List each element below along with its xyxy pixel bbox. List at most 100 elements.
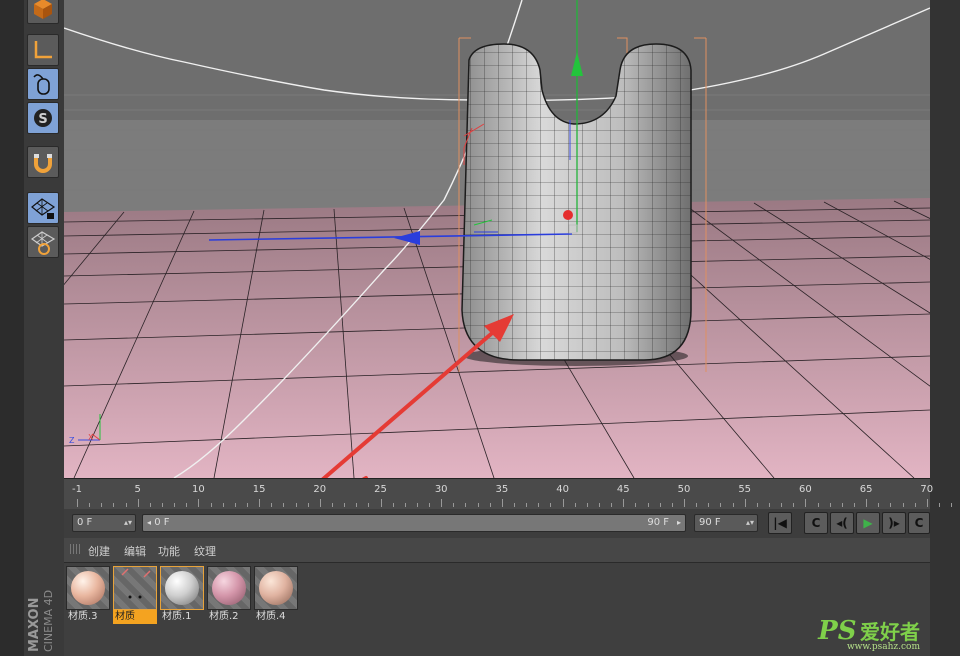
- go-to-start-button[interactable]: |◀: [768, 512, 792, 534]
- timeline-tick-label: 25: [374, 484, 387, 495]
- material-preview: [254, 566, 298, 610]
- timeline-tick: [137, 499, 139, 507]
- magnet-icon: [34, 154, 52, 173]
- current-frame-value: 0 F: [77, 517, 93, 528]
- lock-grid-icon: [31, 198, 56, 219]
- workplane-grid-button[interactable]: [27, 226, 59, 258]
- max-frame-field[interactable]: 90 F ▴▾: [694, 514, 758, 532]
- axis-tool-icon: [34, 41, 52, 59]
- stepper-icon[interactable]: ▴▾: [124, 515, 132, 531]
- range-right-arrow-icon[interactable]: ▸: [677, 515, 681, 531]
- material-sphere-icon: [212, 571, 246, 605]
- stepper-icon[interactable]: ▴▾: [746, 515, 754, 531]
- material-sphere-icon: [71, 571, 105, 605]
- timeline-tick: [817, 503, 819, 507]
- material-item[interactable]: 材质.3: [66, 566, 110, 624]
- timeline-tick: [101, 503, 103, 507]
- timeline-tick: [671, 503, 673, 507]
- timeline-tick: [744, 499, 746, 507]
- timeline-tick: [611, 503, 613, 507]
- svg-text:S: S: [38, 112, 47, 127]
- timeline-tick: [77, 499, 78, 507]
- timeline-tick: [283, 503, 285, 507]
- material-item[interactable]: 材质.4: [254, 566, 298, 624]
- timeline-tick-label: 10: [192, 484, 205, 495]
- timeline-tick: [465, 503, 467, 507]
- axis-tool-button[interactable]: [27, 34, 59, 66]
- timeline-tick-label: 15: [252, 484, 266, 495]
- timeline-tick: [586, 503, 588, 507]
- material-item-selected[interactable]: 材质: [113, 566, 157, 624]
- timeline-tick: [319, 499, 321, 507]
- mouse-tool-button[interactable]: [27, 68, 59, 100]
- material-empty-preview-icon: [121, 568, 151, 599]
- watermark: PS 爱好者 www.psahz.com: [818, 616, 920, 652]
- timeline-tick-label: 40: [556, 484, 569, 495]
- record-button[interactable]: C: [804, 512, 828, 534]
- material-name: 材质.3: [68, 611, 98, 622]
- menu-edit[interactable]: 编辑: [124, 543, 146, 559]
- material-name: 材质.1: [162, 611, 192, 622]
- timeline-tick: [550, 503, 552, 507]
- lock-grid-button[interactable]: [27, 192, 59, 224]
- timeline-tick-label: 45: [616, 484, 630, 495]
- timeline-tick: [404, 503, 406, 507]
- timeline-tick: [781, 503, 783, 507]
- timeline-tick: [392, 503, 394, 507]
- menu-function[interactable]: 功能: [158, 543, 180, 559]
- play-button[interactable]: ▶: [856, 512, 880, 534]
- menu-create[interactable]: 创建: [88, 543, 110, 559]
- timeline-tick: [246, 503, 248, 507]
- timeline-tick-label: 70: [920, 484, 934, 495]
- timeline-tick-label: 5: [134, 484, 141, 495]
- range-left-arrow-icon[interactable]: ◂: [147, 518, 151, 527]
- snap-s-icon: S: [34, 109, 52, 127]
- timeline-tick: [259, 499, 261, 507]
- right-panel-edge: [930, 0, 960, 656]
- timeline-tick: [441, 499, 443, 507]
- svg-text:X: X: [88, 433, 94, 442]
- timeline-tick: [562, 499, 564, 507]
- timeline-tick: [234, 503, 236, 507]
- material-item[interactable]: 材质.1: [160, 566, 204, 624]
- timeline-tick: [635, 503, 637, 507]
- timeline-tick: [684, 499, 685, 507]
- timeline-tick: [841, 503, 843, 507]
- transport-bar: 0 F ▴▾ ◂ 0 F 90 F ▸ 90 F ▴▾ |◀ C ◂( ▶ )▸…: [64, 509, 930, 538]
- timeline-tick: [356, 503, 358, 507]
- panel-grip-icon[interactable]: [70, 544, 82, 554]
- timeline-tick-label: 50: [677, 484, 691, 495]
- timeline-tick: [951, 503, 953, 507]
- snap-s-button[interactable]: S: [27, 102, 59, 134]
- timeline-tick: [599, 503, 601, 507]
- timeline-tick-label: 20: [313, 484, 327, 495]
- next-key-icon: )▸: [888, 516, 900, 530]
- menu-texture[interactable]: 纹理: [194, 543, 216, 559]
- cube-object-button[interactable]: [27, 0, 59, 24]
- previous-key-icon: ◂(: [836, 516, 848, 530]
- current-frame-field[interactable]: 0 F ▴▾: [72, 514, 136, 532]
- timeline-tick: [125, 503, 127, 507]
- material-sphere-icon: [165, 571, 199, 605]
- timeline-tick: [938, 503, 940, 507]
- loop-button[interactable]: C: [908, 512, 930, 534]
- workplane-grid-icon: [30, 231, 56, 255]
- previous-key-button[interactable]: ◂(: [830, 512, 854, 534]
- frame-range-slider[interactable]: ◂ 0 F 90 F ▸: [142, 514, 686, 532]
- timeline-ruler[interactable]: -1 5 10 15 20 25 30 35 40 45 50 55 60 65 70: [64, 478, 953, 509]
- timeline-tick-label: 30: [434, 484, 448, 495]
- material-item[interactable]: 材质.2: [207, 566, 251, 624]
- timeline-tick: [805, 499, 807, 507]
- material-name: 材质: [113, 610, 157, 624]
- timeline-tick-label: 60: [799, 484, 812, 495]
- material-manager: 创建 编辑 功能 纹理 材质.3 材质 材质.1 材质.2 材质.4 PS 爱好…: [64, 538, 930, 656]
- timeline-tick: [174, 503, 176, 507]
- timeline-tick: [768, 503, 770, 507]
- next-key-button[interactable]: )▸: [882, 512, 906, 534]
- magnet-button[interactable]: [27, 146, 59, 178]
- timeline-tick: [647, 503, 649, 507]
- brand-line2: CINEMA 4D: [42, 590, 55, 652]
- mouse-tool-icon: [33, 74, 50, 95]
- 3d-viewport[interactable]: Z X: [64, 0, 930, 478]
- timeline-tick: [526, 503, 528, 507]
